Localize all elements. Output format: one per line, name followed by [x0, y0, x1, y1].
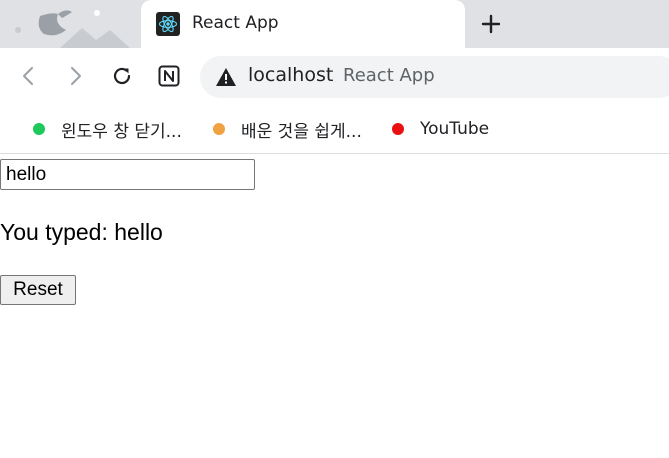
- browser-toolbar: localhost React App: [0, 48, 669, 104]
- notion-extension-button[interactable]: [155, 62, 183, 90]
- tab-title: React App: [192, 13, 279, 33]
- bookmark-label: 배운 것을 쉽게...: [241, 121, 362, 142]
- bookmark-label: YouTube: [420, 119, 490, 139]
- reload-icon: [113, 67, 131, 85]
- new-tab-button[interactable]: [477, 10, 505, 38]
- text-input[interactable]: [0, 159, 255, 190]
- chevron-left-icon: [23, 67, 33, 85]
- bookmarks-bar: 윈도우 창 닫기... 배운 것을 쉽게... YouTube: [0, 104, 669, 154]
- url-host: localhost: [248, 64, 334, 86]
- tab-react-app[interactable]: React App: [141, 0, 465, 48]
- plus-icon: [481, 14, 501, 34]
- forward-button[interactable]: [62, 62, 90, 90]
- typed-text: You typed: hello: [0, 219, 163, 245]
- bookmark-dot-icon: [392, 123, 404, 135]
- bookmark-dot-icon: [33, 123, 45, 135]
- reload-button[interactable]: [108, 62, 136, 90]
- tab-strip: React App: [0, 0, 669, 48]
- back-button[interactable]: [14, 62, 42, 90]
- address-bar[interactable]: localhost React App: [200, 56, 669, 98]
- page-content: You typed: hello Reset: [0, 155, 669, 458]
- bookmark-item[interactable]: 배운 것을 쉽게...: [213, 118, 362, 142]
- chevron-right-icon: [71, 67, 81, 85]
- bookmark-item[interactable]: YouTube: [392, 118, 489, 140]
- react-logo-icon: [156, 12, 180, 36]
- bookmark-dot-icon: [213, 123, 225, 135]
- bookmark-item[interactable]: 윈도우 창 닫기...: [33, 118, 182, 142]
- theme-decoration: [15, 10, 130, 48]
- bookmark-label: 윈도우 창 닫기...: [61, 121, 182, 142]
- notion-icon: [158, 65, 180, 87]
- warning-icon[interactable]: [215, 67, 237, 87]
- url-page-title: React App: [343, 65, 435, 86]
- reset-button[interactable]: Reset: [0, 275, 76, 305]
